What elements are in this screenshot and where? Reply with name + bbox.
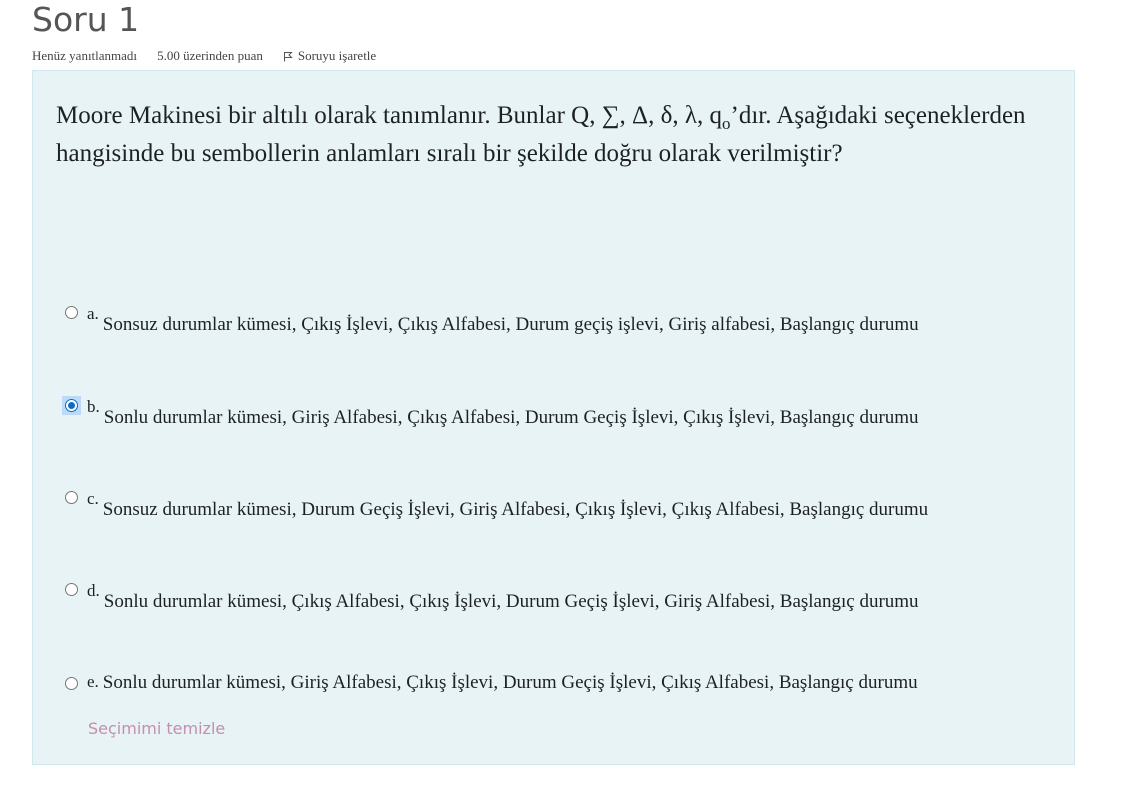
radio-a[interactable]	[65, 306, 78, 319]
answer-text-c: Sonsuz durumlar kümesi, Durum Geçiş İşle…	[102, 499, 929, 520]
answer-text-b: Sonlu durumlar kümesi, Giriş Alfabesi, Ç…	[103, 407, 919, 428]
question-title: Soru 1	[32, 0, 140, 39]
answer-option-a[interactable]: a. Sonsuz durumlar kümesi, Çıkış İşlevi,…	[65, 304, 919, 336]
clear-choice-link[interactable]: Seçimimi temizle	[88, 719, 225, 738]
answer-text-e: Sonlu durumlar kümesi, Giriş Alfabesi, Ç…	[102, 672, 918, 693]
answer-text-d: Sonlu durumlar kümesi, Çıkış Alfabesi, Ç…	[103, 591, 919, 612]
answer-option-d[interactable]: d. Sonlu durumlar kümesi, Çıkış Alfabesi…	[65, 581, 919, 613]
flag-question-link[interactable]: Soruyu işaretle	[283, 48, 376, 64]
question-info: Henüz yanıtlanmadı 5.00 üzerinden puan S…	[32, 48, 376, 64]
answer-option-e[interactable]: e. Sonlu durumlar kümesi, Giriş Alfabesi…	[65, 672, 918, 694]
question-points: 5.00 üzerinden puan	[157, 48, 263, 63]
answer-option-c[interactable]: c. Sonsuz durumlar kümesi, Durum Geçiş İ…	[65, 489, 928, 521]
flag-icon	[283, 51, 293, 61]
answer-text-a: Sonsuz durumlar kümesi, Çıkış İşlevi, Çı…	[102, 314, 919, 335]
flag-question-label: Soruyu işaretle	[297, 48, 377, 63]
radio-c[interactable]	[65, 491, 78, 504]
radio-b[interactable]	[65, 399, 78, 412]
question-panel: Moore Makinesi bir altılı olarak tanımla…	[32, 70, 1075, 765]
question-status: Henüz yanıtlanmadı	[32, 48, 138, 63]
radio-e[interactable]	[65, 677, 78, 690]
answer-option-b[interactable]: b. Sonlu durumlar kümesi, Giriş Alfabesi…	[62, 396, 919, 429]
radio-d[interactable]	[65, 583, 78, 596]
question-text: Moore Makinesi bir altılı olarak tanımla…	[56, 102, 1026, 167]
